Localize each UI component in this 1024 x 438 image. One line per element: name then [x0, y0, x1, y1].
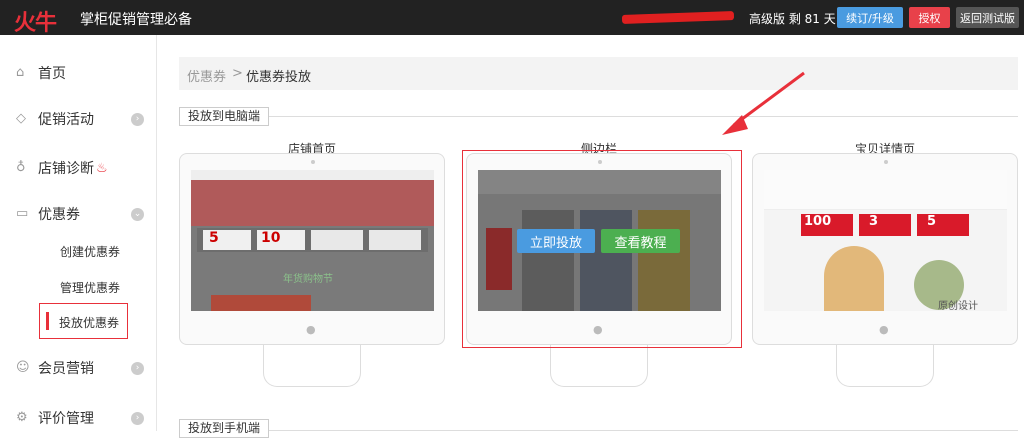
- breadcrumb-current: 优惠券投放: [246, 70, 312, 85]
- preview-coupon-strip: 5 10: [197, 228, 428, 252]
- sidebar-subitem-label: 投放优惠券: [59, 316, 120, 330]
- monitor-stand: [263, 345, 361, 387]
- home-icon: ⌂: [16, 65, 25, 80]
- camera-dot: [884, 160, 888, 164]
- wallet-icon: ▭: [16, 206, 29, 221]
- chevron-down-icon[interactable]: ⌄: [131, 207, 144, 221]
- coupon-4: [369, 230, 421, 250]
- sidebar-subitem-create-coupon[interactable]: 创建优惠券: [60, 243, 120, 260]
- sidebar-subitem-manage-coupon[interactable]: 管理优惠券: [60, 279, 120, 296]
- sidebar-item-home[interactable]: ⌂ 首页: [0, 58, 157, 88]
- sale-tag-value: 100: [804, 214, 832, 229]
- view-tutorial-button[interactable]: 查看教程: [601, 229, 680, 253]
- sidebar-item-label: 促销活动: [38, 112, 94, 128]
- coupon-5: 5: [203, 230, 251, 250]
- gear-icon: ⚙: [16, 410, 28, 425]
- tag-icon: ◇: [16, 111, 26, 126]
- monitor-detail[interactable]: 100 3 5 原创设计 ●: [752, 153, 1018, 345]
- sidebar-subitem-place-coupon[interactable]: 投放优惠券: [39, 303, 128, 339]
- sidebar-item-reviews[interactable]: ⚙ 评价管理 ›: [0, 403, 157, 433]
- sidebar-item-label: 首页: [38, 66, 66, 82]
- preview-model-photo: [824, 246, 884, 311]
- sale-tag-value: 5: [927, 214, 937, 229]
- preview-home: 5 10 年货购物节: [191, 170, 434, 311]
- sidebar-item-coupons[interactable]: ▭ 优惠券 ⌄: [0, 199, 157, 229]
- back-to-test-button[interactable]: 返回测试版: [956, 7, 1019, 28]
- chevron-right-icon[interactable]: ›: [131, 361, 144, 375]
- preview-bottom-red: [211, 295, 311, 311]
- preview-header: [764, 170, 1007, 210]
- preview-topstrip: [191, 170, 434, 180]
- guide-arrow: [722, 71, 805, 135]
- breadcrumb: 优惠券 > 优惠券投放: [179, 57, 1018, 90]
- monitor-home[interactable]: 5 10 年货购物节 ●: [179, 153, 445, 345]
- sale-tag-5: 5: [917, 214, 969, 236]
- authorize-button[interactable]: 授权: [909, 7, 950, 28]
- apple-logo-icon: ●: [879, 323, 889, 336]
- top-bar: 火牛 掌柜促销管理必备 高级版 剩 81 天 续订/升级 授权 返回测试版: [0, 0, 1024, 36]
- active-indicator: [46, 312, 49, 330]
- preview-detail: 100 3 5 原创设计: [764, 170, 1007, 311]
- sale-tag-3: 3: [859, 214, 911, 236]
- sidebar-item-promotions[interactable]: ◇ 促销活动 ›: [0, 104, 157, 134]
- user-icon: ☺: [16, 360, 30, 375]
- logo: 火牛: [14, 11, 57, 36]
- account-status: 高级版 剩 81 天: [749, 12, 836, 26]
- apple-logo-icon: ●: [306, 323, 316, 336]
- coupon-10: 10: [257, 230, 305, 250]
- chevron-right-icon[interactable]: ›: [131, 411, 144, 425]
- app-title: 掌柜促销管理必备: [80, 12, 192, 28]
- sidebar-item-label: 优惠券: [38, 207, 80, 223]
- sidebar-item-label: 会员营销: [38, 361, 94, 377]
- sidebar-item-label: 评价管理: [38, 411, 94, 427]
- section-mobile-label: 投放到手机端: [179, 419, 270, 438]
- section-pc-label: 投放到电脑端: [179, 107, 270, 126]
- sidebar-item-label: 店铺诊断: [38, 161, 94, 177]
- sidebar-item-members[interactable]: ☺ 会员营销 ›: [0, 353, 157, 383]
- preview-festival-label: 年货购物节: [283, 274, 333, 285]
- sidebar: ⌂ 首页 ◇ 促销活动 › ♁ 店铺诊断 ♨ ▭ 优惠券 ⌄ 创建优惠券 管理优…: [0, 35, 157, 431]
- renew-button[interactable]: 续订/升级: [837, 7, 903, 28]
- place-now-button[interactable]: 立即投放: [517, 229, 595, 253]
- breadcrumb-separator: >: [232, 66, 243, 81]
- sidebar-item-diagnosis[interactable]: ♁ 店铺诊断 ♨: [0, 153, 157, 183]
- breadcrumb-parent[interactable]: 优惠券: [187, 66, 226, 85]
- preview-banner: [191, 180, 434, 226]
- monitor-stand: [836, 345, 934, 387]
- chevron-right-icon[interactable]: ›: [131, 112, 144, 126]
- camera-dot: [311, 160, 315, 164]
- section-divider: [179, 116, 1018, 117]
- coupon-3: [311, 230, 363, 250]
- sale-tag-value: 3: [869, 214, 879, 229]
- redacted-username: [621, 11, 735, 24]
- stethoscope-icon: ♁: [16, 160, 26, 175]
- flame-icon: ♨: [96, 160, 108, 176]
- sale-tag-100: 100: [801, 214, 853, 236]
- monitor-stand: [550, 345, 648, 387]
- preview-brand-text: 原创设计: [938, 301, 978, 311]
